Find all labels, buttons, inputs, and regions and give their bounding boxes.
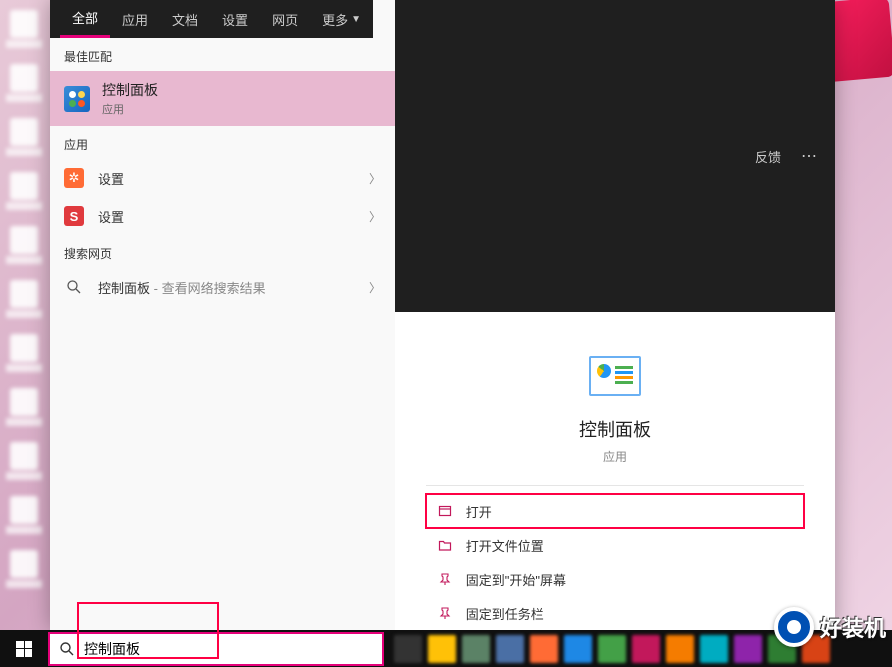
taskbar-app[interactable] [598, 635, 626, 663]
action-open[interactable]: 打开 [426, 494, 804, 528]
watermark-logo-icon [774, 607, 814, 647]
chevron-right-icon: 〉 [369, 170, 381, 187]
watermark-text: 好装机 [820, 611, 886, 643]
taskbar-app[interactable] [496, 635, 524, 663]
action-label: 固定到"开始"屏幕 [466, 570, 566, 589]
sogou-icon: S [64, 206, 84, 226]
search-input[interactable] [84, 634, 382, 664]
web-result[interactable]: 控制面板 - 查看网络搜索结果 〉 [50, 268, 395, 306]
folder-icon [436, 538, 454, 552]
taskbar-app[interactable] [632, 635, 660, 663]
desktop-icon[interactable] [4, 442, 44, 484]
preview-subtitle: 应用 [603, 448, 627, 465]
desktop-icon[interactable] [4, 280, 44, 322]
search-filter-tabs: 全部 应用 文档 设置 网页 更多▼ [50, 0, 373, 38]
action-pin-taskbar[interactable]: 固定到任务栏 [426, 596, 804, 630]
feedback-link[interactable]: 反馈 [747, 147, 789, 166]
taskbar-app[interactable] [700, 635, 728, 663]
section-web-label: 搜索网页 [50, 235, 395, 268]
result-label: 设置 [98, 169, 369, 188]
taskbar-app[interactable] [734, 635, 762, 663]
best-match-result[interactable]: 控制面板 应用 [50, 71, 395, 126]
chevron-right-icon: 〉 [369, 208, 381, 225]
pin-icon [436, 606, 454, 620]
taskbar-app-icons [394, 630, 830, 667]
search-icon [64, 277, 84, 297]
taskbar-app[interactable] [428, 635, 456, 663]
action-label: 打开文件位置 [466, 536, 544, 555]
result-label: 设置 [98, 207, 369, 226]
preview-column: 反馈 ⋯ 控制面板 应用 打开 打开文件位置 固定到"开始"屏幕 [395, 0, 835, 630]
divider [426, 485, 804, 486]
start-button[interactable] [0, 630, 48, 667]
section-best-match-label: 最佳匹配 [50, 38, 395, 71]
more-menu-button[interactable]: ⋯ [795, 146, 823, 166]
chevron-right-icon: 〉 [369, 279, 381, 296]
best-match-subtitle: 应用 [102, 101, 158, 117]
preview-title: 控制面板 [579, 416, 651, 442]
desktop-icon[interactable] [4, 118, 44, 160]
chevron-down-icon: ▼ [351, 14, 361, 25]
start-search-panel: 全部 应用 文档 设置 网页 更多▼ 最佳匹配 控制面板 应用 应用 ✲ 设置 … [50, 0, 835, 630]
app-result-settings-2[interactable]: S 设置 〉 [50, 197, 395, 235]
taskbar-search-box[interactable] [50, 634, 382, 664]
tab-all[interactable]: 全部 [60, 0, 110, 38]
best-match-title: 控制面板 [102, 80, 158, 100]
app-result-settings-1[interactable]: ✲ 设置 〉 [50, 159, 395, 197]
pin-icon [436, 572, 454, 586]
tab-web[interactable]: 网页 [260, 0, 310, 38]
desktop-icon[interactable] [4, 334, 44, 376]
section-apps-label: 应用 [50, 126, 395, 159]
desktop-icon[interactable] [4, 550, 44, 592]
action-open-location[interactable]: 打开文件位置 [426, 528, 804, 562]
control-panel-icon [64, 86, 90, 112]
windows-logo-icon [16, 641, 32, 657]
desktop-icon[interactable] [4, 172, 44, 214]
gear-icon: ✲ [64, 168, 84, 188]
desktop-icons-column [4, 10, 48, 592]
taskbar [0, 630, 892, 667]
result-label: 控制面板 - 查看网络搜索结果 [98, 278, 369, 297]
desktop-icon[interactable] [4, 388, 44, 430]
desktop-icon[interactable] [4, 226, 44, 268]
tab-documents[interactable]: 文档 [160, 0, 210, 38]
tab-settings[interactable]: 设置 [210, 0, 260, 38]
taskbar-app[interactable] [462, 635, 490, 663]
desktop-icon[interactable] [4, 496, 44, 538]
action-label: 打开 [466, 502, 492, 521]
tab-apps[interactable]: 应用 [110, 0, 160, 38]
header-right: 反馈 ⋯ [395, 0, 835, 312]
desktop-icon[interactable] [4, 64, 44, 106]
action-pin-start[interactable]: 固定到"开始"屏幕 [426, 562, 804, 596]
taskbar-app[interactable] [530, 635, 558, 663]
tab-more[interactable]: 更多▼ [310, 0, 363, 38]
search-icon [50, 641, 84, 657]
preview-actions: 打开 打开文件位置 固定到"开始"屏幕 固定到任务栏 [426, 494, 804, 630]
desktop-icon[interactable] [4, 10, 44, 52]
open-icon [436, 504, 454, 518]
watermark: 好装机 [774, 607, 886, 647]
action-label: 固定到任务栏 [466, 604, 544, 623]
taskbar-app[interactable] [666, 635, 694, 663]
taskbar-app[interactable] [564, 635, 592, 663]
taskbar-app[interactable] [394, 635, 422, 663]
search-results-column: 全部 应用 文档 设置 网页 更多▼ 最佳匹配 控制面板 应用 应用 ✲ 设置 … [50, 0, 395, 630]
control-panel-large-icon [589, 356, 641, 396]
